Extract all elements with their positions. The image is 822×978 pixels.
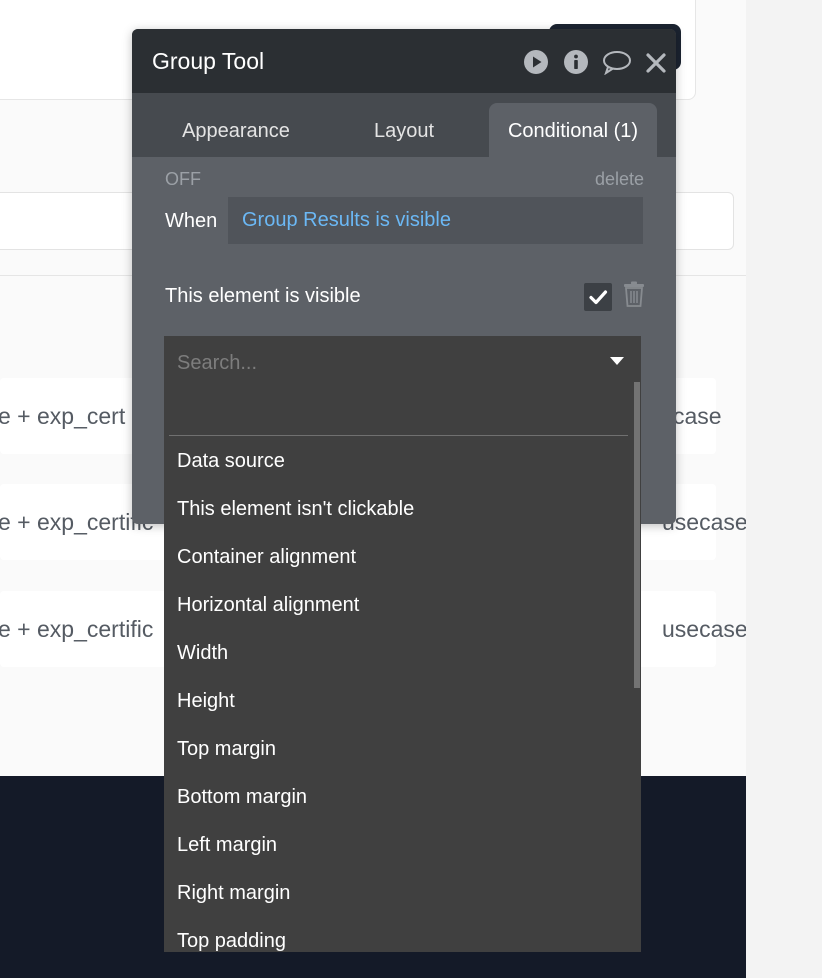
dropdown-option[interactable]: Top margin <box>164 725 634 773</box>
list-item-text: e + exp_certific <box>0 616 154 642</box>
dropdown-option[interactable]: Width <box>164 629 634 677</box>
dropdown-option[interactable]: Height <box>164 677 634 725</box>
property-label: This element is visible <box>165 285 361 307</box>
dropdown-option[interactable]: Horizontal alignment <box>164 581 634 629</box>
tab-conditional[interactable]: Conditional (1) <box>489 103 657 157</box>
panel-header[interactable]: Group Tool <box>132 29 676 93</box>
when-label: When <box>165 210 218 232</box>
delete-condition-link[interactable]: delete <box>595 169 644 190</box>
search-input[interactable] <box>177 350 597 376</box>
tab-layout[interactable]: Layout <box>336 103 472 157</box>
dropdown-option[interactable]: Bottom margin <box>164 773 634 821</box>
visible-checkbox[interactable] <box>584 283 612 311</box>
dropdown-divider <box>169 435 628 436</box>
checkmark-icon <box>589 290 608 305</box>
when-expression-text: Group Results is visible <box>242 209 451 231</box>
dropdown-option[interactable]: This element isn't clickable <box>164 485 634 533</box>
dropdown-option[interactable]: Container alignment <box>164 533 634 581</box>
list-item-text: e + exp_cert <box>0 403 126 429</box>
panel-tabs: Appearance Layout Conditional (1) <box>132 93 676 157</box>
dropdown-option[interactable]: Right margin <box>164 869 634 917</box>
info-icon[interactable] <box>563 49 589 75</box>
when-expression-field[interactable]: Group Results is visible <box>228 197 643 244</box>
play-icon[interactable] <box>523 49 549 75</box>
property-dropdown[interactable]: Data source This element isn't clickable… <box>164 336 641 952</box>
dropdown-option[interactable]: Data source <box>164 437 634 485</box>
close-icon[interactable] <box>644 49 668 75</box>
dropdown-scrollbar[interactable] <box>634 382 640 688</box>
list-item-text-right: case <box>673 403 722 429</box>
condition-status[interactable]: OFF <box>165 169 201 190</box>
dropdown-option[interactable]: Left margin <box>164 821 634 869</box>
chevron-down-icon[interactable] <box>610 357 624 365</box>
list-item-text-right: usecase <box>662 616 746 642</box>
panel-title: Group Tool <box>152 48 265 74</box>
right-gutter <box>746 0 822 978</box>
dropdown-options: Data source This element isn't clickable… <box>164 437 634 952</box>
list-item-text: e + exp_certific <box>0 509 154 535</box>
tab-appearance[interactable]: Appearance <box>152 103 320 157</box>
trash-icon[interactable] <box>623 281 645 307</box>
comment-icon[interactable] <box>602 49 632 75</box>
dropdown-option[interactable]: Top padding <box>164 917 634 952</box>
